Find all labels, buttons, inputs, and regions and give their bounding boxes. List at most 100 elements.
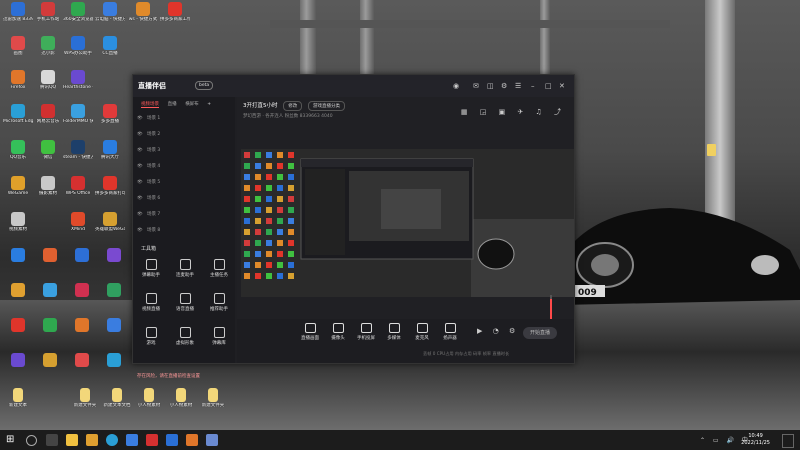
tool-item[interactable]: 主播任务 bbox=[205, 259, 233, 278]
desktop-icon[interactable]: 手机工作站 bbox=[33, 2, 63, 32]
scene-item[interactable]: 👁 场景 5 bbox=[137, 179, 231, 189]
desktop-icon[interactable]: 云电脑 - 快捷方式 bbox=[95, 2, 125, 32]
desktop-icon[interactable] bbox=[3, 283, 33, 313]
desktop-icon[interactable]: Firefox bbox=[3, 70, 33, 100]
desktop-icon[interactable] bbox=[67, 283, 97, 313]
desktop-icon[interactable]: ws - 快捷方式 bbox=[128, 2, 158, 32]
settings-icon[interactable]: ⚙ bbox=[501, 82, 507, 90]
desktop-file-icon[interactable]: 小人物素材 bbox=[166, 388, 196, 418]
app-icon-extra[interactable] bbox=[206, 434, 218, 446]
desktop-icon[interactable]: 网易云音乐 bbox=[33, 104, 63, 134]
desktop-icon[interactable] bbox=[99, 248, 129, 278]
sticky-note-icon[interactable] bbox=[707, 144, 716, 156]
file-explorer-icon[interactable] bbox=[66, 434, 78, 446]
live-assistant-taskbar-icon[interactable] bbox=[186, 434, 198, 446]
tool-item[interactable]: 弹幕助手 bbox=[137, 259, 165, 278]
desktop-icon[interactable]: FolderMMO 快捷方式 bbox=[63, 104, 93, 134]
desktop-icon[interactable] bbox=[67, 353, 97, 383]
desktop-icon[interactable]: 视频素材 bbox=[3, 212, 33, 242]
eye-icon[interactable]: 👁 bbox=[137, 212, 147, 217]
desktop-file-icon[interactable]: 小人物素材 bbox=[134, 388, 164, 418]
maximize-icon[interactable]: □ bbox=[545, 82, 552, 90]
source-button[interactable]: 麦克风 bbox=[409, 323, 435, 341]
tab-video-scene[interactable]: 视频场景 bbox=[141, 101, 159, 108]
desktop-icon[interactable] bbox=[67, 248, 97, 278]
desktop-file-icon[interactable]: 新建文件夹 bbox=[198, 388, 228, 418]
preview-tools[interactable]: ▦ ◲ ▣ ✈ ♫ ⤴ bbox=[461, 107, 566, 117]
desktop-icon[interactable] bbox=[3, 353, 33, 383]
tab-live[interactable]: 直播 bbox=[168, 101, 177, 107]
clock[interactable]: 10:49 2022/11/25 bbox=[741, 433, 770, 447]
menu-icon[interactable]: ☰ bbox=[515, 82, 521, 90]
eye-icon[interactable]: 👁 bbox=[137, 116, 147, 121]
folder-icon[interactable] bbox=[86, 434, 98, 446]
minimize-icon[interactable]: – bbox=[531, 82, 535, 90]
desktop-icon[interactable]: 英雄联盟WeGame版 bbox=[95, 212, 125, 242]
add-scene-icon[interactable]: + bbox=[207, 102, 211, 107]
desktop-icon[interactable]: 迅小影 bbox=[33, 36, 63, 66]
app-icon-u[interactable] bbox=[166, 434, 178, 446]
desktop-icon[interactable] bbox=[99, 353, 129, 383]
desktop-icon[interactable]: steam - 快捷方式 bbox=[63, 140, 93, 170]
desktop-file-icon[interactable]: 新建文本文档 bbox=[102, 388, 132, 418]
close-icon[interactable]: ✕ bbox=[559, 82, 565, 90]
avatar[interactable]: ◉ bbox=[453, 82, 459, 90]
desktop-icon[interactable]: 拼多多商家打印组件 bbox=[95, 176, 125, 206]
scene-item[interactable]: 👁 场景 6 bbox=[137, 195, 231, 205]
search-icon[interactable] bbox=[26, 435, 37, 446]
scene-item[interactable]: 👁 场景 4 bbox=[137, 163, 231, 173]
start-icon[interactable]: ⊞ bbox=[6, 434, 18, 446]
tool-item[interactable]: 推荐助手 bbox=[205, 293, 233, 312]
desktop-icon[interactable]: 腾讯QQ bbox=[33, 70, 63, 100]
notification-icon[interactable] bbox=[782, 434, 794, 448]
edit-button[interactable]: 修改 bbox=[283, 101, 303, 111]
desktop-icon[interactable] bbox=[35, 283, 65, 313]
eye-icon[interactable]: 👁 bbox=[137, 228, 147, 233]
source-button[interactable]: 摄像头 bbox=[325, 323, 351, 341]
tab-landscape[interactable]: 横屏布 bbox=[185, 101, 199, 107]
tool-item[interactable]: 游戏 bbox=[137, 327, 165, 346]
tool-item[interactable]: 视频直播 bbox=[137, 293, 165, 312]
skin-icon[interactable]: ◫ bbox=[487, 82, 494, 90]
source-button[interactable]: 多媒体 bbox=[381, 323, 407, 341]
desktop-icon[interactable]: 画图 bbox=[3, 36, 33, 66]
desktop-icon[interactable] bbox=[67, 318, 97, 348]
source-button[interactable]: 手机投屏 bbox=[353, 323, 379, 341]
desktop-icon[interactable]: Microsoft Edge bbox=[3, 104, 33, 134]
edge-icon[interactable] bbox=[106, 434, 118, 446]
tool-item[interactable]: 连麦助手 bbox=[171, 259, 199, 278]
scene-item[interactable]: 👁 场景 8 bbox=[137, 227, 231, 237]
desktop-icon[interactable]: WPS Office bbox=[63, 176, 93, 206]
eye-icon[interactable]: 👁 bbox=[137, 180, 147, 185]
desktop-icon[interactable] bbox=[35, 248, 65, 278]
task-view-icon[interactable] bbox=[46, 434, 58, 446]
desktop-icon[interactable]: 360安全浏览器 bbox=[63, 2, 93, 32]
eye-icon[interactable]: 👁 bbox=[137, 148, 147, 153]
desktop-icon[interactable] bbox=[3, 318, 33, 348]
desktop-file-icon[interactable]: 新建文本 bbox=[3, 388, 33, 418]
desktop-icon[interactable]: XMind bbox=[63, 212, 93, 242]
desktop-icon[interactable]: 拼多多商家工作台 bbox=[160, 2, 190, 32]
desktop-icon[interactable] bbox=[99, 283, 129, 313]
scene-item[interactable]: 👁 场景 3 bbox=[137, 147, 231, 157]
desktop-icon[interactable]: 多多直播 bbox=[95, 104, 125, 134]
tool-item[interactable]: 虚拟形象 bbox=[171, 327, 199, 346]
desktop-icon[interactable]: 腾讯大厅 bbox=[95, 140, 125, 170]
scene-item[interactable]: 👁 场景 1 bbox=[137, 115, 231, 125]
desktop-icon[interactable]: 摄影素材 bbox=[33, 176, 63, 206]
live-preview[interactable] bbox=[241, 149, 574, 297]
app-icon-blue[interactable] bbox=[126, 434, 138, 446]
desktop-icon[interactable] bbox=[35, 318, 65, 348]
wps-icon[interactable] bbox=[146, 434, 158, 446]
desktop-icon[interactable]: 迅雷加速 8339663 bbox=[3, 2, 33, 32]
desktop-icon[interactable]: CC直播 bbox=[95, 36, 125, 66]
category-button[interactable]: 游戏直播分类 bbox=[308, 101, 345, 111]
desktop-icon[interactable] bbox=[3, 248, 33, 278]
desktop-icon[interactable]: Hearthstone - 快捷方式 bbox=[63, 70, 93, 100]
source-button[interactable]: 扬声器 bbox=[437, 323, 463, 341]
record-tools[interactable]: ▶ ◔ ⚙ bbox=[477, 327, 519, 335]
scene-item[interactable]: 👁 场景 2 bbox=[137, 131, 231, 141]
desktop-file-icon[interactable]: 新建文件夹 bbox=[70, 388, 100, 418]
eye-icon[interactable]: 👁 bbox=[137, 196, 147, 201]
scene-item[interactable]: 👁 场景 7 bbox=[137, 211, 231, 221]
